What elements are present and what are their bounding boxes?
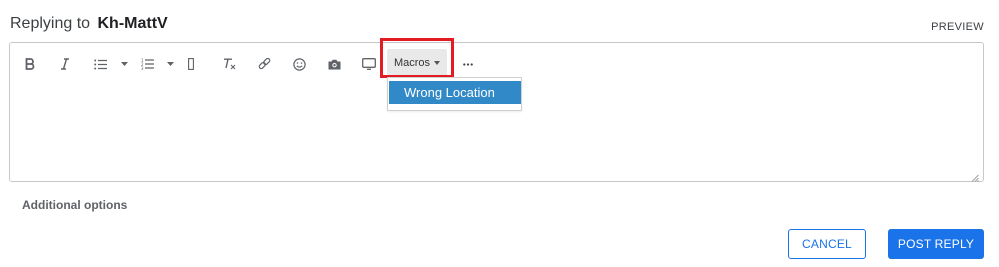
numbered-list-icon[interactable]: 123	[139, 53, 155, 75]
macro-item-wrong-location[interactable]: Wrong Location	[389, 81, 521, 104]
reply-username: Kh-MattV	[97, 15, 168, 32]
cancel-button[interactable]: CANCEL	[788, 229, 866, 259]
video-icon[interactable]	[361, 53, 377, 75]
bulleted-list-chevron-down-icon[interactable]	[118, 53, 130, 75]
macros-highlight-box	[380, 38, 454, 78]
italic-icon[interactable]	[57, 53, 73, 75]
spoiler-icon[interactable]	[184, 53, 198, 75]
post-reply-button[interactable]: POST REPLY	[888, 229, 984, 259]
clear-format-icon[interactable]	[221, 53, 237, 75]
link-icon[interactable]	[256, 53, 272, 75]
macros-dropdown-menu: Wrong Location	[387, 77, 522, 111]
preview-link[interactable]: PREVIEW	[931, 21, 984, 33]
bold-icon[interactable]	[22, 53, 38, 75]
resize-handle-icon[interactable]	[971, 169, 979, 182]
numbered-list-chevron-down-icon[interactable]	[164, 53, 176, 75]
emoji-icon[interactable]	[291, 53, 307, 75]
bulleted-list-icon[interactable]	[92, 53, 108, 75]
replying-to-label: Replying to	[10, 15, 91, 32]
reply-header: Replying to Kh-MattV	[10, 15, 168, 33]
reply-editor[interactable]: 123 Macros	[9, 42, 984, 182]
svg-text:3: 3	[141, 66, 144, 70]
more-icon[interactable]	[460, 53, 476, 75]
camera-icon[interactable]	[326, 53, 342, 75]
additional-options-toggle[interactable]: Additional options	[22, 198, 127, 212]
